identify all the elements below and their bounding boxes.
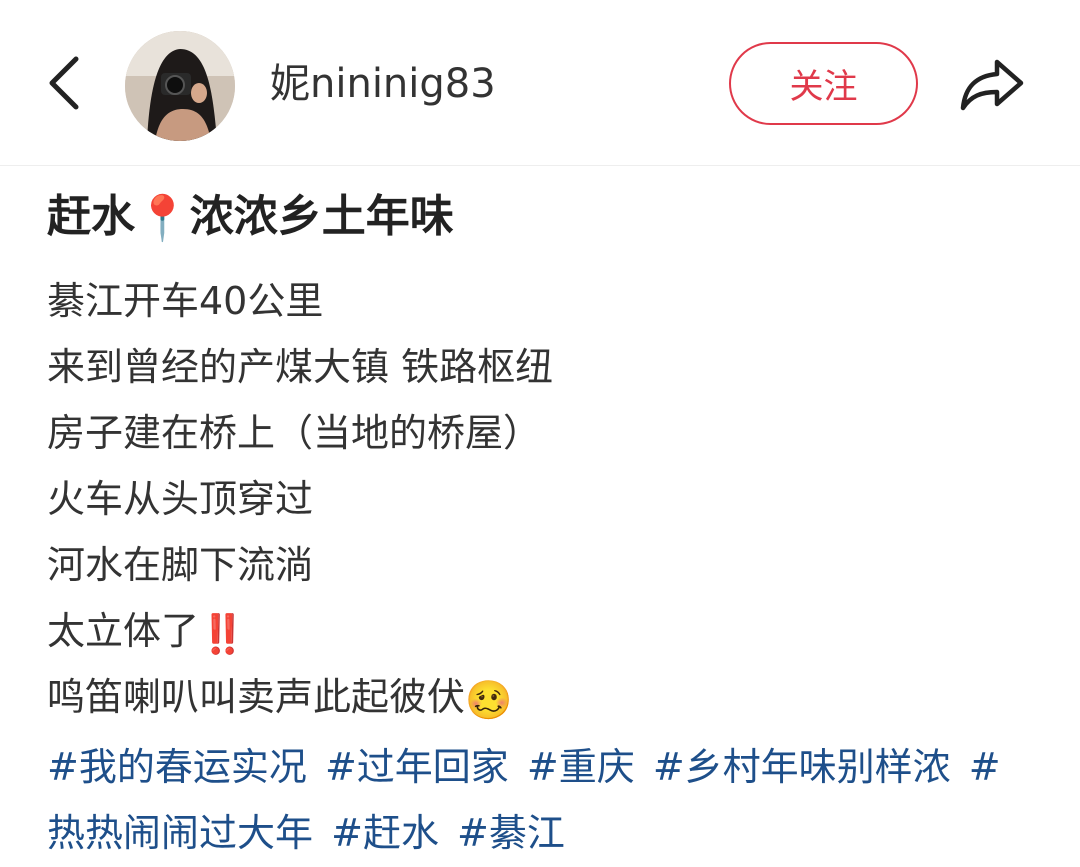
title-text-2: 浓浓乡土年味 xyxy=(189,191,454,242)
share-button[interactable] xyxy=(950,48,1034,120)
body-line: 房子建在桥上（当地的桥屋） xyxy=(47,411,542,455)
title-text-1: 赶水 xyxy=(47,191,135,242)
body-line: 河水在脚下流淌 xyxy=(47,543,314,587)
body-line-text: 太立体了 xyxy=(47,609,200,653)
follow-button[interactable]: 关注 xyxy=(729,42,918,125)
woozy-face-icon: 🥴 xyxy=(465,677,513,722)
post-body: 綦江开车40公里 来到曾经的产煤大镇 铁路枢纽 房子建在桥上（当地的桥屋） 火车… xyxy=(47,268,1037,730)
body-line: 火车从头顶穿过 xyxy=(47,477,314,521)
hashtag-list: #我的春运实况 #过年回家 #重庆 #乡村年味别样浓 #热热闹闹过大年 #赶水 … xyxy=(47,734,1037,866)
chevron-left-icon xyxy=(49,56,79,110)
hashtag-link[interactable]: #綦江 xyxy=(457,811,565,855)
body-line-with-emoji: 鸣笛喇叭叫卖声此起彼伏🥴 xyxy=(47,664,1037,730)
post-title: 赶水📍浓浓乡土年味 xyxy=(47,188,454,246)
body-line-with-emoji: 太立体了‼️ xyxy=(47,598,1037,664)
pin-icon: 📍 xyxy=(135,193,190,244)
body-line: 綦江开车40公里 xyxy=(47,279,324,323)
share-arrow-icon xyxy=(960,59,1024,111)
hashtag-link[interactable]: #赶水 xyxy=(331,811,439,855)
hashtag-link[interactable]: #我的春运实况 xyxy=(47,745,307,789)
avatar[interactable] xyxy=(125,31,235,141)
double-exclamation-icon: ‼️ xyxy=(199,611,247,656)
header-bar: 妮nininig83 关注 xyxy=(0,0,1080,166)
back-button[interactable] xyxy=(36,50,92,116)
avatar-image xyxy=(125,31,235,141)
post-detail-page: 妮nininig83 关注 赶水📍浓浓乡土年味 綦江开车40公里 来到曾经的产煤… xyxy=(0,0,1080,867)
body-line: 来到曾经的产煤大镇 铁路枢纽 xyxy=(47,345,554,389)
username[interactable]: 妮nininig83 xyxy=(270,58,496,110)
body-line-text: 鸣笛喇叭叫卖声此起彼伏 xyxy=(47,675,466,719)
hashtag-link[interactable]: #重庆 xyxy=(527,745,635,789)
hashtag-link[interactable]: #乡村年味别样浓 xyxy=(653,745,951,789)
hashtag-link[interactable]: #过年回家 xyxy=(325,745,509,789)
